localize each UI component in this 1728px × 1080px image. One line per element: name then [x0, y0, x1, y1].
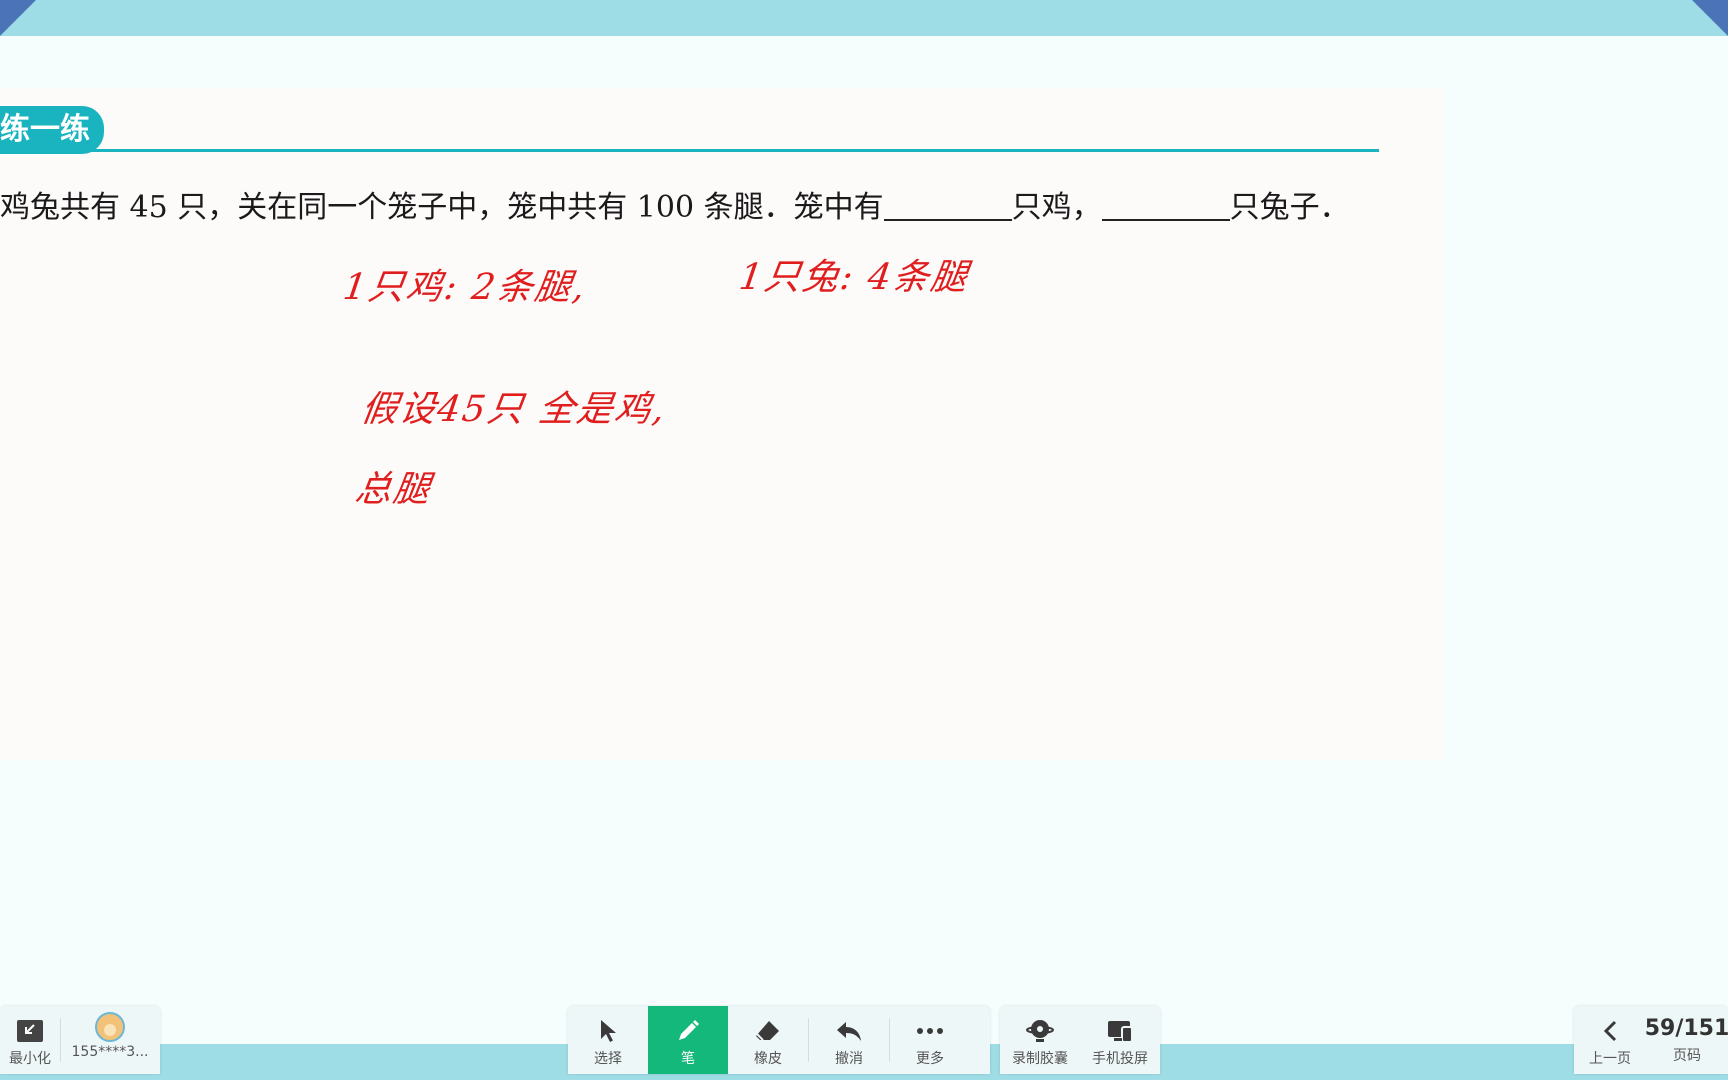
minimize-label: 最小化 — [9, 1051, 51, 1067]
page-number-button[interactable]: 59/151 页码 — [1644, 1006, 1728, 1074]
phone-cast-icon — [1106, 1018, 1134, 1044]
record-toolbar: 录制胶囊 手机投屏 — [1000, 1006, 1160, 1074]
left-toolbar: 最小化 155****3... — [0, 1006, 160, 1074]
handwriting-line-3: 假设45只 全是鸡, — [358, 389, 670, 430]
section-divider — [0, 149, 1379, 152]
cursor-icon — [598, 1018, 618, 1044]
eraser-tool-button[interactable]: 橡皮 — [728, 1006, 808, 1074]
main-toolbar: 选择 笔 橡皮 撤消 更多 — [568, 1006, 990, 1074]
question-part2: 只鸡， — [1011, 190, 1102, 225]
slide-canvas[interactable]: 练一练 鸡兔共有 45 只，关在同一个笼子中，笼中共有 100 条腿．笼中有 只鸡… — [0, 88, 1444, 760]
top-bar — [0, 0, 1728, 36]
more-dots-icon — [916, 1018, 944, 1044]
question-part1: 鸡兔共有 45 只，关在同一个笼子中，笼中共有 100 条腿．笼中有 — [0, 190, 884, 225]
undo-button[interactable]: 撤消 — [809, 1006, 889, 1074]
pen-label: 笔 — [681, 1051, 695, 1067]
record-capsule-icon — [1026, 1018, 1054, 1044]
previous-page-label: 上一页 — [1589, 1051, 1631, 1067]
handwriting-line-2: 1只兔: 4条腿 — [736, 257, 972, 298]
eraser-label: 橡皮 — [754, 1051, 782, 1067]
corner-decoration-left — [0, 0, 36, 36]
user-label: 155****3... — [71, 1044, 149, 1060]
section-title: 练一练 — [0, 106, 104, 154]
page-nav-toolbar: 上一页 59/151 页码 — [1574, 1006, 1728, 1074]
undo-label: 撤消 — [835, 1051, 863, 1067]
answer-blank-chickens — [883, 189, 1012, 221]
user-account-button[interactable]: 155****3... — [61, 1006, 159, 1074]
select-tool-button[interactable]: 选择 — [568, 1006, 648, 1074]
pen-tool-button[interactable]: 笔 — [648, 1006, 728, 1074]
undo-icon — [835, 1018, 863, 1044]
answer-blank-rabbits — [1101, 189, 1230, 221]
record-capsule-button[interactable]: 录制胶囊 — [1000, 1006, 1080, 1074]
question-text: 鸡兔共有 45 只，关在同一个笼子中，笼中共有 100 条腿．笼中有 只鸡， 只兔子… — [0, 188, 1420, 228]
screen-cast-button[interactable]: 手机投屏 — [1080, 1006, 1160, 1074]
minimize-button[interactable]: 最小化 — [0, 1006, 60, 1074]
corner-decoration-right — [1692, 0, 1728, 36]
chevron-left-icon — [1602, 1018, 1618, 1044]
page-counter: 59/151 — [1644, 1016, 1728, 1041]
question-part3: 只兔子． — [1229, 190, 1350, 225]
minimize-icon — [17, 1018, 43, 1044]
handwriting-line-1: 1只鸡: 2条腿, — [340, 267, 590, 308]
pen-icon — [676, 1018, 700, 1044]
previous-page-button[interactable]: 上一页 — [1574, 1006, 1646, 1074]
eraser-icon — [755, 1018, 781, 1044]
more-button[interactable]: 更多 — [890, 1006, 970, 1074]
more-label: 更多 — [916, 1051, 944, 1067]
handwriting-line-4: 总腿 — [352, 469, 435, 510]
page-label: 页码 — [1673, 1048, 1701, 1064]
avatar — [95, 1012, 125, 1042]
cast-label: 手机投屏 — [1092, 1051, 1148, 1067]
record-label: 录制胶囊 — [1012, 1051, 1068, 1067]
select-label: 选择 — [594, 1051, 622, 1067]
